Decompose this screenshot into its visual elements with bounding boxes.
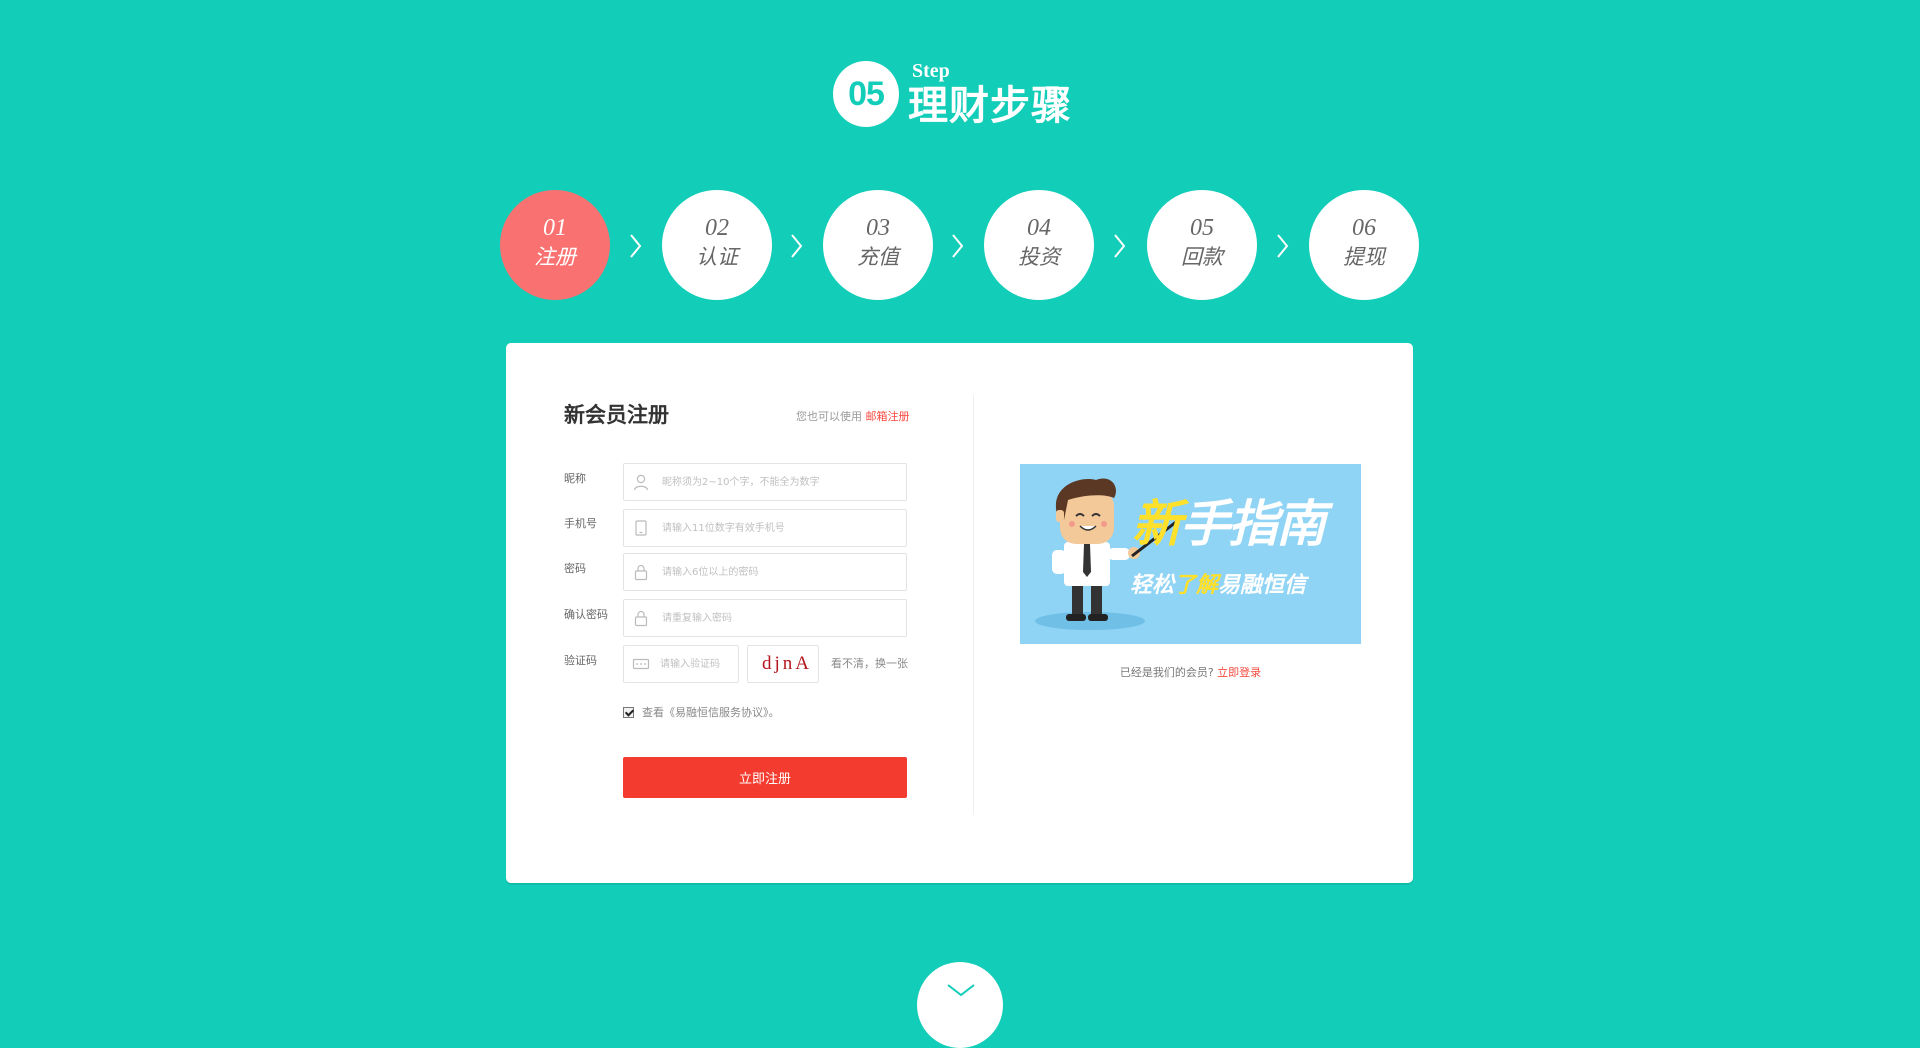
banner-subtitle-b: 易融恒信 <box>1218 573 1307 598</box>
alt-register-text: 您也可以使用 <box>796 410 862 423</box>
page-title: 理财步骤 <box>908 83 1072 129</box>
agreement-text[interactable]: 查看《易融恒信服务协议》。 <box>642 706 780 719</box>
step-repayment[interactable]: 05 回款 <box>1147 190 1257 300</box>
password-field[interactable] <box>623 553 907 591</box>
lock-icon <box>634 610 648 627</box>
phone-label: 手机号 <box>564 517 597 530</box>
login-hint: 已经是我们的会员? 立即登录 <box>1020 665 1361 681</box>
step-word: Step <box>912 60 950 82</box>
nickname-field[interactable] <box>623 463 907 501</box>
banner-subtitle-highlight: 了解 <box>1174 573 1219 598</box>
step-label: 提现 <box>1343 245 1385 269</box>
step-number: 06 <box>1352 215 1376 241</box>
banner-title: 新手指南 <box>1132 495 1326 553</box>
chevron-right-icon <box>791 234 803 258</box>
step-number: 01 <box>543 215 567 241</box>
step-withdraw[interactable]: 06 提现 <box>1309 190 1419 300</box>
phone-input[interactable] <box>662 510 902 546</box>
form-title: 新会员注册 <box>564 403 669 427</box>
captcha-icon <box>632 658 650 670</box>
step-number: 05 <box>1190 215 1214 241</box>
page-header: 05 Step 理财步骤 <box>0 0 1920 140</box>
confirm-password-label: 确认密码 <box>564 608 608 621</box>
captcha-refresh-link[interactable]: 看不清，换一张 <box>831 656 908 672</box>
step-label: 投资 <box>1018 245 1060 269</box>
step-number: 04 <box>1027 215 1051 241</box>
step-label: 回款 <box>1181 245 1223 269</box>
chevron-right-icon <box>630 234 642 258</box>
phone-icon <box>635 520 647 536</box>
email-register-link[interactable]: 邮箱注册 <box>866 410 910 423</box>
banner-title-rest: 手指南 <box>1180 495 1326 553</box>
register-button[interactable]: 立即注册 <box>623 757 907 798</box>
step-label: 充值 <box>857 245 899 269</box>
login-link[interactable]: 立即登录 <box>1217 666 1261 679</box>
confirm-password-input[interactable] <box>662 600 902 636</box>
user-icon <box>633 474 649 491</box>
step-progress: 01 注册 02 认证 03 充值 04 投资 05 回款 06 提现 <box>0 190 1920 302</box>
step-label: 注册 <box>534 245 576 269</box>
banner-subtitle-a: 轻松 <box>1130 573 1175 598</box>
banner-title-highlight: 新 <box>1132 495 1182 553</box>
password-label: 密码 <box>564 562 586 575</box>
chevron-right-icon <box>1277 234 1289 258</box>
nickname-input[interactable] <box>662 464 902 500</box>
captcha-field[interactable] <box>623 645 739 683</box>
step-label: 认证 <box>696 245 738 269</box>
password-input[interactable] <box>662 554 902 590</box>
step-badge: 05 <box>833 61 899 127</box>
captcha-input[interactable] <box>660 646 736 682</box>
captcha-label: 验证码 <box>564 654 597 667</box>
step-register[interactable]: 01 注册 <box>500 190 610 300</box>
chevron-right-icon <box>1114 234 1126 258</box>
banner-subtitle: 轻松了解易融恒信 <box>1130 572 1306 600</box>
confirm-password-field[interactable] <box>623 599 907 637</box>
divider <box>973 395 974 815</box>
step-verify[interactable]: 02 认证 <box>662 190 772 300</box>
login-hint-text: 已经是我们的会员? <box>1119 666 1214 679</box>
phone-field[interactable] <box>623 509 907 547</box>
captcha-image[interactable]: djnA <box>747 645 819 683</box>
nickname-label: 昵称 <box>564 472 586 485</box>
step-invest[interactable]: 04 投资 <box>984 190 1094 300</box>
agreement-checkbox[interactable] <box>623 707 634 718</box>
chevron-right-icon <box>952 234 964 258</box>
step-number: 03 <box>866 215 890 241</box>
scroll-down-button[interactable] <box>917 962 1003 1048</box>
alt-register: 您也可以使用 邮箱注册 <box>796 409 910 425</box>
register-card: 新会员注册 您也可以使用 邮箱注册 昵称 手机号 密码 确认密码 <box>506 343 1413 883</box>
guide-banner[interactable]: 新手指南 轻松了解易融恒信 <box>1020 464 1361 644</box>
guide-illustration <box>1035 478 1177 630</box>
agreement: 查看《易融恒信服务协议》。 <box>623 705 780 721</box>
lock-icon <box>634 564 648 581</box>
captcha-graphic: djnA <box>762 653 812 674</box>
step-recharge[interactable]: 03 充值 <box>823 190 933 300</box>
step-number: 02 <box>705 215 729 241</box>
captcha-text: djnA <box>762 653 812 674</box>
chevron-down-icon <box>947 984 975 997</box>
